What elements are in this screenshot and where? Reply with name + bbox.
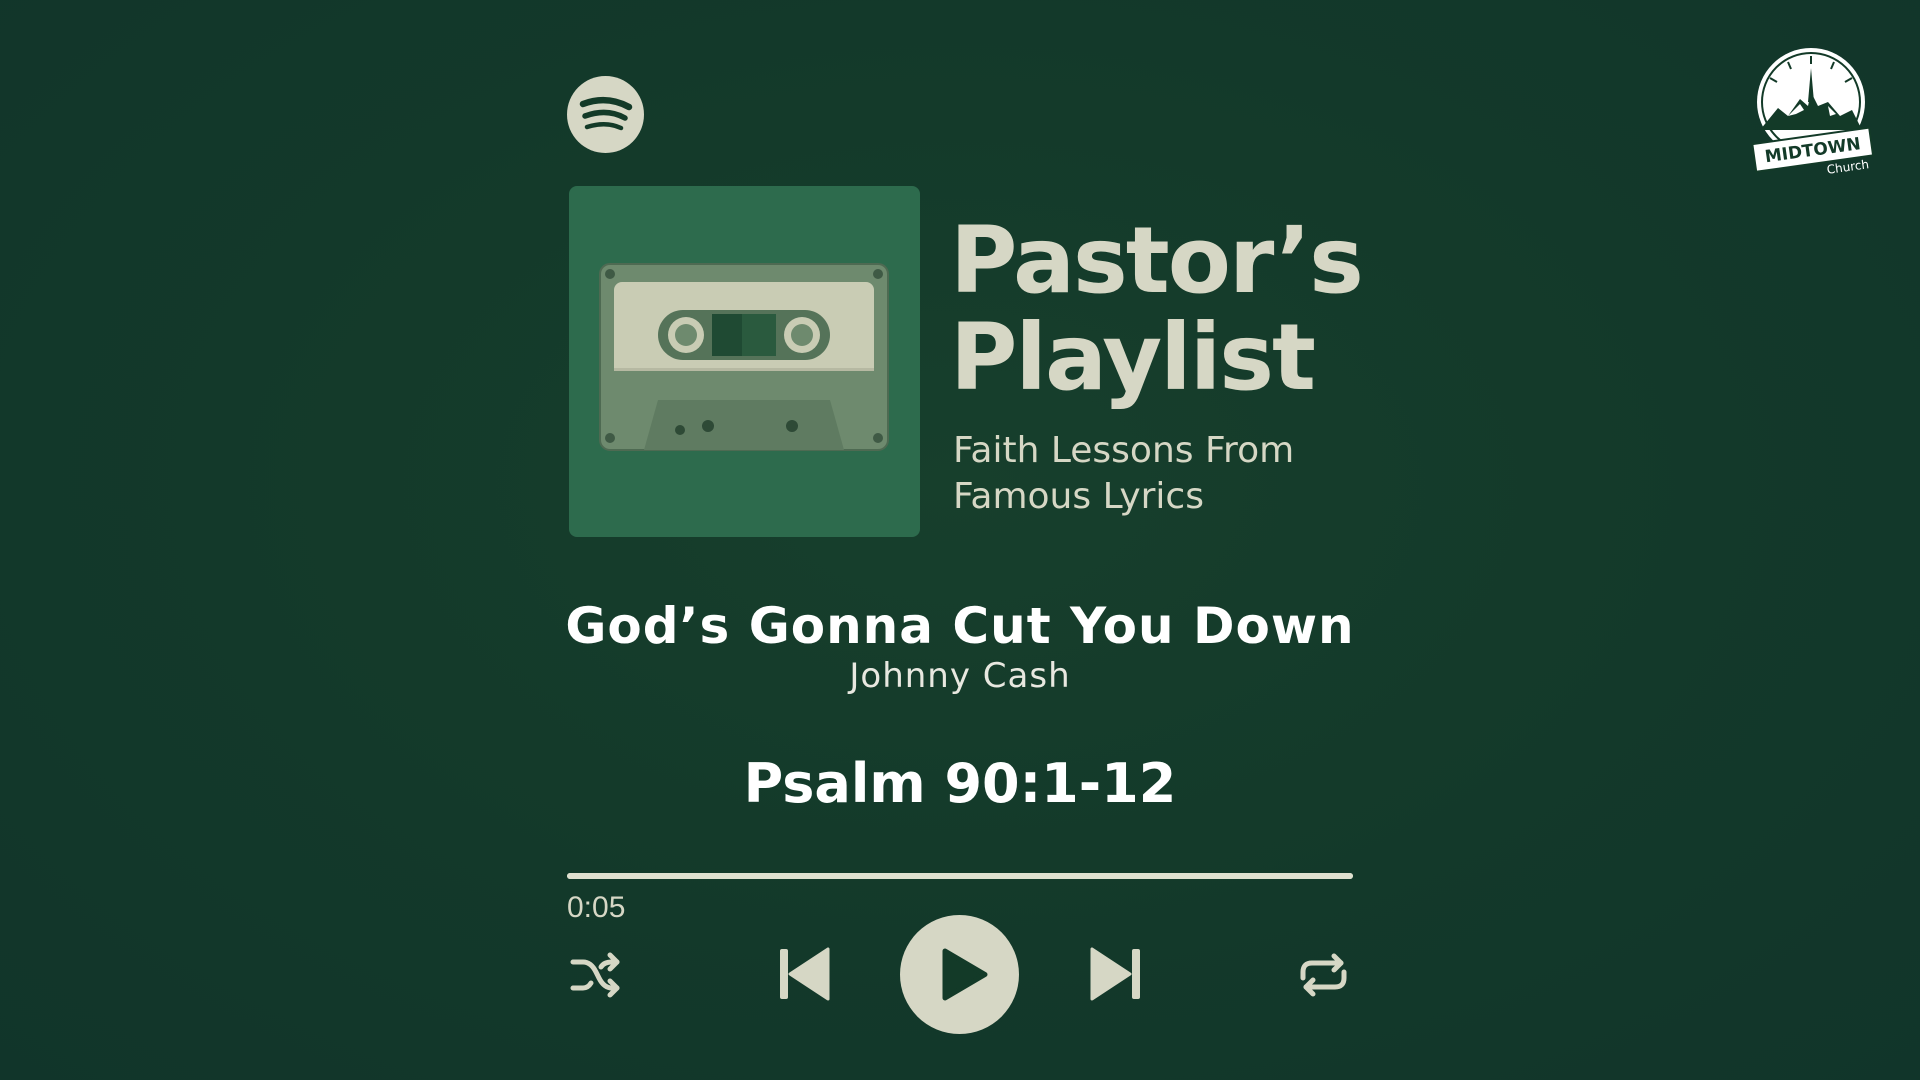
scripture-reference: Psalm 90:1-12 xyxy=(743,752,1177,815)
playlist-title: Pastor’s Playlist xyxy=(950,207,1364,411)
elapsed-time: 0:05 xyxy=(567,891,626,924)
playlist-subtitle: Faith Lessons From Famous Lyrics xyxy=(953,428,1294,520)
track-title: God’s Gonna Cut You Down xyxy=(565,597,1355,655)
playlist-subtitle-line2: Famous Lyrics xyxy=(953,476,1204,517)
slide: MIDTOWN Church Pastor’s Playlist Faith L… xyxy=(0,0,1920,1080)
playlist-title-line1: Pastor’s xyxy=(950,207,1364,314)
shuffle-icon[interactable] xyxy=(569,952,623,998)
previous-icon[interactable] xyxy=(778,945,830,1003)
cassette-tape-icon xyxy=(599,263,889,451)
spotify-icon xyxy=(567,76,644,153)
progress-bar[interactable] xyxy=(567,873,1353,879)
midtown-church-logo: MIDTOWN Church xyxy=(1751,48,1875,176)
playlist-subtitle-line1: Faith Lessons From xyxy=(953,430,1295,471)
repeat-icon[interactable] xyxy=(1297,952,1350,998)
track-artist: Johnny Cash xyxy=(849,656,1071,696)
progress-fill xyxy=(567,873,1353,879)
next-icon[interactable] xyxy=(1090,945,1142,1003)
album-art xyxy=(569,186,920,537)
play-icon[interactable] xyxy=(900,915,1019,1034)
playlist-title-line2: Playlist xyxy=(950,304,1316,411)
